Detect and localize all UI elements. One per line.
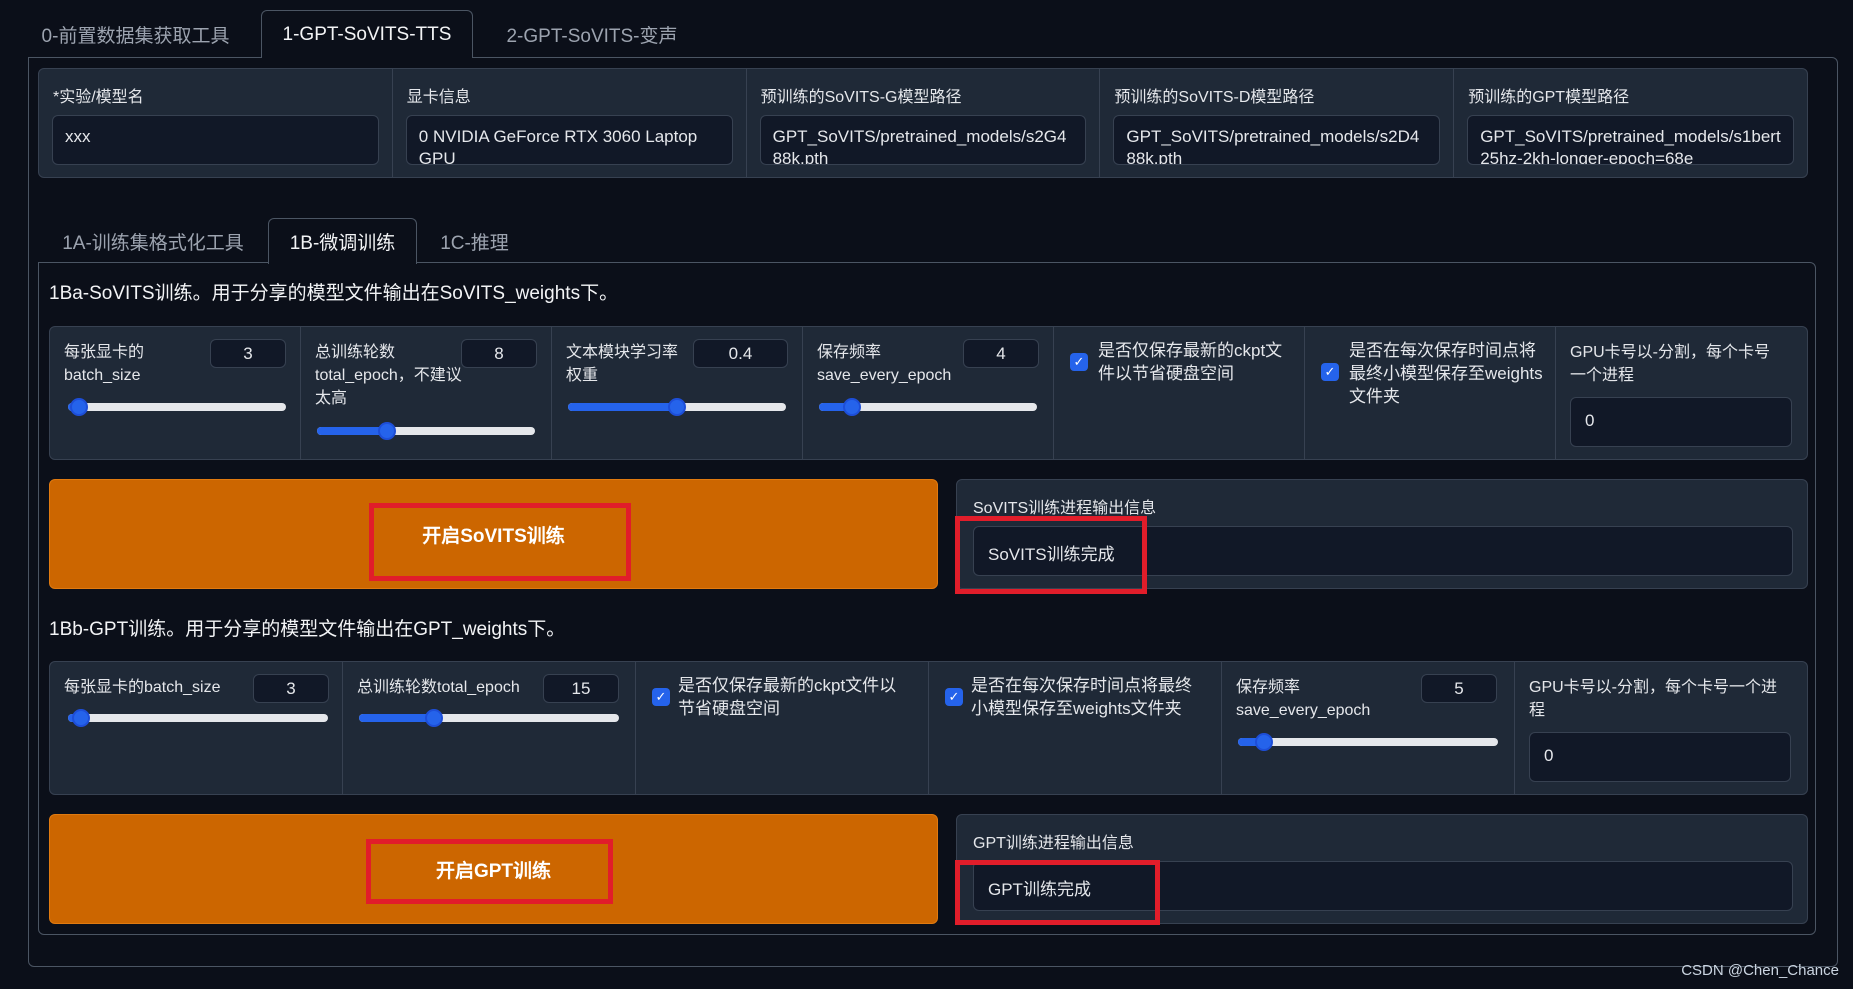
gpt-save-latest-cell: ✓ 是否仅保存最新的ckpt文件以节省硬盘空间 — [636, 662, 929, 794]
sovits-batch-input[interactable]: 3 — [210, 339, 286, 368]
gpt-epoch-slider-fill — [359, 714, 435, 722]
sovits-text-lr-input[interactable]: 0.4 — [693, 339, 788, 368]
sovits-batch-slider[interactable] — [68, 398, 286, 416]
gpt-save-freq-slider-thumb[interactable] — [1255, 733, 1273, 751]
sovits-g-path-cell: 预训练的SoVITS-G模型路径 GPT_SoVITS/pretrained_m… — [747, 69, 1101, 177]
gpt-batch-label: 每张显卡的batch_size — [64, 679, 221, 696]
gpt-output-label: GPT训练进程输出信息 — [973, 835, 1134, 852]
tab-gpt-sovits-tts[interactable]: 1-GPT-SoVITS-TTS — [261, 10, 473, 58]
exp-name-input[interactable]: xxx — [52, 115, 379, 165]
sovits-save-freq-input[interactable]: 4 — [963, 339, 1039, 368]
tab-dataset-format[interactable]: 1A-训练集格式化工具 — [38, 218, 268, 264]
sovits-save-latest-cell: ✓ 是否仅保存最新的ckpt文件以节省硬盘空间 — [1054, 327, 1305, 459]
gpt-save-weights-label: 是否在每次保存时间点将最终小模型保存至weights文件夹 — [971, 676, 1192, 718]
gpt-gpu-label: GPU卡号以-分割，每个卡号一个进程 — [1529, 679, 1778, 719]
exp-name-cell: *实验/模型名 xxx — [39, 69, 393, 177]
sovits-save-freq-label: 保存频率save_every_epoch — [817, 344, 952, 384]
gpt-gpu-cell: GPU卡号以-分割，每个卡号一个进程 0 — [1515, 662, 1809, 794]
sovits-epoch-label: 总训练轮数total_epoch，不建议太高 — [315, 344, 462, 407]
sovits-text-lr-label: 文本模块学习率权重 — [566, 344, 679, 384]
sovits-params-row: 每张显卡的batch_size 3 总训练轮数total_epoch，不建议太高… — [49, 326, 1808, 460]
highlight-sovits-button — [369, 503, 631, 581]
sovits-batch-cell: 每张显卡的batch_size 3 — [50, 327, 301, 459]
sovits-section-title: 1Ba-SoVITS训练。用于分享的模型文件输出在SoVITS_weights下… — [49, 283, 619, 304]
watermark: CSDN @Chen_Chance — [1681, 962, 1839, 979]
gpt-epoch-cell: 总训练轮数total_epoch 15 — [343, 662, 636, 794]
gpt-batch-slider[interactable] — [68, 709, 328, 727]
gpt-epoch-input[interactable]: 15 — [543, 674, 619, 703]
gpt-save-latest-checkbox[interactable]: ✓ — [652, 688, 670, 706]
sovits-epoch-slider-fill — [317, 427, 387, 435]
sovits-save-weights-cell: ✓ 是否在每次保存时间点将最终小模型保存至weights文件夹 — [1305, 327, 1556, 459]
sovits-batch-label: 每张显卡的batch_size — [64, 344, 145, 384]
sovits-epoch-slider[interactable] — [317, 422, 535, 440]
sovits-epoch-input[interactable]: 8 — [461, 339, 537, 368]
gpt-params-row: 每张显卡的batch_size 3 总训练轮数total_epoch 15 ✓ … — [49, 661, 1808, 795]
gpt-save-freq-slider[interactable] — [1238, 733, 1498, 751]
gpu-info-field[interactable]: 0 NVIDIA GeForce RTX 3060 Laptop GPU — [405, 115, 733, 165]
gpt-batch-slider-thumb[interactable] — [72, 709, 90, 727]
sovits-epoch-slider-thumb[interactable] — [377, 422, 396, 440]
gpt-section-title: 1Bb-GPT训练。用于分享的模型文件输出在GPT_weights下。 — [49, 619, 566, 640]
sovits-save-latest-checkbox[interactable]: ✓ — [1070, 353, 1088, 371]
gpt-epoch-slider[interactable] — [359, 709, 619, 727]
highlight-sovits-output — [955, 516, 1147, 594]
tab-dataset-tools[interactable]: 0-前置数据集获取工具 — [28, 10, 243, 58]
sovits-save-weights-label: 是否在每次保存时间点将最终小模型保存至weights文件夹 — [1349, 341, 1543, 406]
sovits-gpu-label: GPU卡号以-分割，每个卡号一个进程 — [1570, 344, 1771, 384]
sovits-batch-slider-thumb[interactable] — [69, 398, 88, 416]
sovits-gpu-cell: GPU卡号以-分割，每个卡号一个进程 0 — [1556, 327, 1809, 459]
sovits-text-lr-slider[interactable] — [568, 398, 786, 416]
highlight-gpt-button — [366, 839, 613, 904]
sovits-text-lr-slider-thumb[interactable] — [668, 398, 686, 416]
model-info-row: *实验/模型名 xxx 显卡信息 0 NVIDIA GeForce RTX 30… — [38, 68, 1808, 178]
sovits-output-label: SoVITS训练进程输出信息 — [973, 500, 1157, 517]
sovits-save-freq-slider[interactable] — [819, 398, 1037, 416]
gpt-save-freq-label: 保存频率save_every_epoch — [1236, 679, 1371, 719]
gpt-epoch-label: 总训练轮数total_epoch — [357, 679, 520, 696]
sovits-d-path-label: 预训练的SoVITS-D模型路径 — [1114, 89, 1315, 106]
tab-gpt-sovits-voice-change[interactable]: 2-GPT-SoVITS-变声 — [478, 10, 706, 58]
gpt-save-weights-cell: ✓ 是否在每次保存时间点将最终小模型保存至weights文件夹 — [929, 662, 1222, 794]
sovits-g-path-label: 预训练的SoVITS-G模型路径 — [760, 89, 962, 106]
gpu-info-cell: 显卡信息 0 NVIDIA GeForce RTX 3060 Laptop GP… — [393, 69, 747, 177]
gpu-info-label: 显卡信息 — [406, 89, 471, 106]
sovits-d-path-input[interactable]: GPT_SoVITS/pretrained_models/s2D488k.pth — [1113, 115, 1441, 165]
gpt-path-cell: 预训练的GPT模型路径 GPT_SoVITS/pretrained_models… — [1454, 69, 1807, 177]
exp-name-label: *实验/模型名 — [53, 89, 144, 106]
gpt-save-latest-label: 是否仅保存最新的ckpt文件以节省硬盘空间 — [678, 676, 897, 718]
gpt-path-label: 预训练的GPT模型路径 — [1468, 89, 1630, 106]
sovits-save-freq-slider-thumb[interactable] — [842, 398, 861, 416]
gpt-gpu-input[interactable]: 0 — [1529, 732, 1791, 782]
sovits-text-lr-cell: 文本模块学习率权重 0.4 — [552, 327, 803, 459]
sovits-text-lr-slider-fill — [568, 403, 677, 411]
highlight-gpt-output — [955, 860, 1160, 925]
tab-inference[interactable]: 1C-推理 — [417, 218, 532, 264]
tab-finetune[interactable]: 1B-微调训练 — [268, 218, 417, 264]
gpt-save-freq-cell: 保存频率save_every_epoch 5 — [1222, 662, 1515, 794]
sovits-d-path-cell: 预训练的SoVITS-D模型路径 GPT_SoVITS/pretrained_m… — [1100, 69, 1455, 177]
sovits-save-latest-label: 是否仅保存最新的ckpt文件以节省硬盘空间 — [1098, 341, 1283, 383]
sovits-save-weights-checkbox[interactable]: ✓ — [1321, 363, 1339, 381]
gpt-batch-input[interactable]: 3 — [253, 674, 329, 703]
gpt-path-input[interactable]: GPT_SoVITS/pretrained_models/s1bert25hz-… — [1467, 115, 1794, 165]
sovits-g-path-input[interactable]: GPT_SoVITS/pretrained_models/s2G488k.pth — [759, 115, 1087, 165]
gpt-save-freq-input[interactable]: 5 — [1421, 674, 1497, 703]
gpt-epoch-slider-thumb[interactable] — [425, 709, 444, 727]
gpt-batch-cell: 每张显卡的batch_size 3 — [50, 662, 343, 794]
sovits-epoch-cell: 总训练轮数total_epoch，不建议太高 8 — [301, 327, 552, 459]
gpt-save-weights-checkbox[interactable]: ✓ — [945, 688, 963, 706]
sovits-save-freq-cell: 保存频率save_every_epoch 4 — [803, 327, 1054, 459]
sovits-gpu-input[interactable]: 0 — [1570, 397, 1792, 447]
